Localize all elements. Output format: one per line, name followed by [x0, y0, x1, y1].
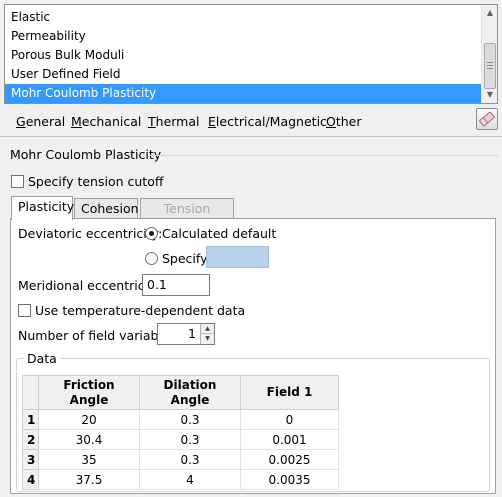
calculated-default-label: Calculated default	[162, 226, 277, 241]
specify-label: Specify:	[162, 251, 211, 266]
row-header[interactable]: 3	[22, 449, 39, 470]
table-cell[interactable]: 4	[139, 469, 241, 490]
menu-electrical-magnetic[interactable]: Electrical/Magnetic	[208, 114, 327, 130]
table-cell[interactable]: 35	[38, 449, 140, 470]
list-item-user-defined-field[interactable]: User Defined Field	[5, 65, 482, 84]
table-cell[interactable]: 0	[240, 409, 339, 430]
scroll-up-arrow-icon[interactable]: ▲	[482, 5, 498, 21]
material-behavior-list[interactable]: Elastic Permeability Porous Bulk Moduli …	[4, 4, 498, 104]
column-header-dilation-line1: Dilation	[163, 377, 217, 392]
table-cell[interactable]: 0.0035	[240, 469, 339, 490]
tension-cutoff-checkbox[interactable]	[11, 175, 24, 188]
section-divider	[150, 155, 498, 156]
row-header[interactable]: 1	[22, 409, 39, 430]
list-item-elastic[interactable]: Elastic	[5, 8, 482, 27]
grip-line	[487, 68, 493, 69]
meridional-eccentricity-input[interactable]: 0.1	[142, 274, 210, 296]
tab-cohesion[interactable]: Cohesion	[74, 198, 139, 220]
menu-other-mnemonic: O	[326, 114, 336, 129]
menu-other[interactable]: Other	[326, 114, 362, 130]
menu-mechanical-label: echanical	[81, 114, 142, 129]
row-header[interactable]: 2	[22, 429, 39, 450]
column-header-friction-line2: Angle	[69, 392, 109, 407]
spinner-buttons: ▲ ▼	[200, 324, 214, 344]
menu-thermal-label: hermal	[155, 114, 200, 129]
list-item-porous-bulk-moduli[interactable]: Porous Bulk Moduli	[5, 46, 482, 65]
behavior-menubar: General Mechanical Thermal Electrical/Ma…	[0, 108, 502, 134]
tab-tension-cutoff: Tension Cutoff	[140, 198, 234, 236]
table-row: 1 20 0.3 0	[22, 409, 339, 430]
list-item-mohr-coulomb-plasticity[interactable]: Mohr Coulomb Plasticity	[5, 84, 482, 103]
data-table: Friction Angle Dilation Angle Field 1 1 20…	[22, 375, 339, 490]
list-scrollbar[interactable]: ▲ ▼	[481, 5, 497, 103]
menu-general-mnemonic: G	[16, 114, 26, 129]
calculated-default-radio[interactable]	[145, 227, 158, 240]
table-header-row: Friction Angle Dilation Angle Field 1	[22, 375, 339, 410]
material-behavior-items: Elastic Permeability Porous Bulk Moduli …	[5, 8, 482, 103]
table-row: 3 35 0.3 0.0025	[22, 449, 339, 470]
menu-electrical-label: lectrical/Magnetic	[215, 114, 327, 129]
field-variables-label: Number of field variables:	[18, 328, 181, 343]
table-row: 2 30.4 0.3 0.001	[22, 429, 339, 450]
table-row: 4 37.5 4 0.0035	[22, 469, 339, 490]
table-cell[interactable]: 0.3	[139, 449, 241, 470]
menu-thermal[interactable]: Thermal	[148, 114, 199, 130]
field-variables-spinner[interactable]: 1 ▲ ▼	[157, 323, 215, 345]
table-cell[interactable]: 0.3	[139, 409, 241, 430]
specify-radio[interactable]	[145, 252, 158, 265]
menu-thermal-mnemonic: T	[148, 114, 156, 129]
tab-plasticity[interactable]: Plasticity	[11, 196, 74, 220]
delete-behavior-button[interactable]	[476, 108, 498, 130]
menu-mechanical-mnemonic: M	[71, 114, 82, 129]
menu-mechanical[interactable]: Mechanical	[71, 114, 141, 130]
list-item-permeability[interactable]: Permeability	[5, 27, 482, 46]
temperature-dependent-checkbox[interactable]	[18, 304, 31, 317]
grip-line	[487, 65, 493, 66]
menu-general[interactable]: General	[16, 114, 65, 130]
column-header[interactable]: Dilation Angle	[139, 375, 241, 410]
eraser-icon	[479, 111, 495, 127]
menu-other-label: ther	[335, 114, 362, 129]
scroll-thumb[interactable]	[484, 43, 496, 89]
data-group-title: Data	[24, 351, 60, 366]
specify-eccentricity-input[interactable]	[206, 246, 269, 268]
section-title: Mohr Coulomb Plasticity	[10, 147, 162, 162]
grip-line	[487, 62, 493, 63]
table-cell[interactable]: 0.001	[240, 429, 339, 450]
table-cell[interactable]: 0.3	[139, 429, 241, 450]
column-header-friction-line1: Friction	[63, 377, 115, 392]
temperature-dependent-label: Use temperature-dependent data	[35, 303, 246, 318]
menu-general-label: eneral	[25, 114, 66, 129]
column-header[interactable]: Field 1	[240, 375, 339, 410]
table-cell[interactable]: 20	[38, 409, 140, 430]
tension-cutoff-label: Specify tension cutoff	[28, 174, 164, 189]
field-variables-value: 1	[188, 326, 196, 341]
column-header[interactable]: Friction Angle	[38, 375, 140, 410]
column-header-dilation-line2: Angle	[170, 392, 210, 407]
deviatoric-eccentricity-label: Deviatoric eccentricity:	[18, 226, 163, 241]
scroll-down-arrow-icon[interactable]: ▼	[482, 87, 498, 103]
menubar-divider	[0, 136, 502, 137]
menu-electrical-mnemonic: E	[208, 114, 216, 129]
meridional-eccentricity-label: Meridional eccentricity	[18, 278, 161, 293]
corner-header	[22, 375, 39, 410]
table-cell[interactable]: 30.4	[38, 429, 140, 450]
spin-up-icon[interactable]: ▲	[201, 324, 214, 334]
row-header[interactable]: 4	[22, 469, 39, 490]
table-cell[interactable]: 0.0025	[240, 449, 339, 470]
spin-down-icon[interactable]: ▼	[201, 334, 214, 344]
table-cell[interactable]: 37.5	[38, 469, 140, 490]
